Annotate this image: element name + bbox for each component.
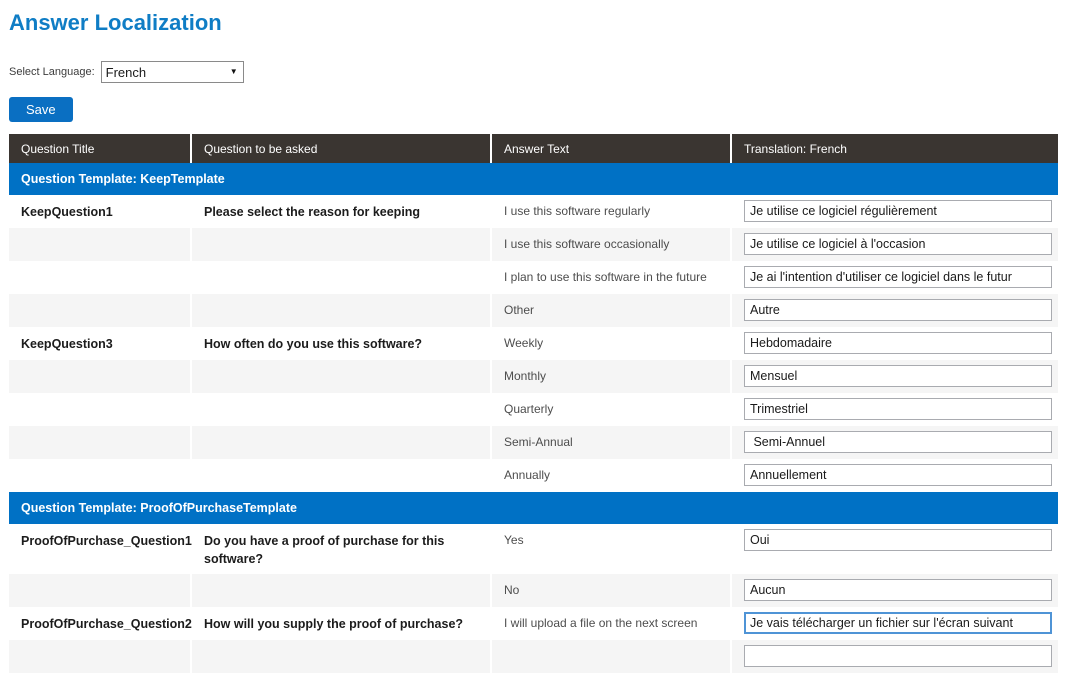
translation-input[interactable] [744, 200, 1052, 222]
translation-input[interactable] [744, 431, 1052, 453]
question-title-cell: ProofOfPurchase_Question2 [9, 607, 191, 640]
table-row: KeepQuestion1 Please select the reason f… [9, 195, 1058, 228]
table-row: Monthly [9, 360, 1058, 393]
translation-cell [731, 261, 1058, 294]
translation-cell [731, 393, 1058, 426]
translation-cell [731, 459, 1058, 492]
answer-text-cell: I use this software occasionally [491, 228, 731, 261]
question-text-cell [191, 228, 491, 261]
question-title-cell: ProofOfPurchase_Question1 [9, 524, 191, 573]
table-row: No [9, 574, 1058, 607]
translation-cell [731, 426, 1058, 459]
translation-input[interactable] [744, 579, 1052, 601]
translation-cell [731, 195, 1058, 228]
section-header-label: Question Template: ProofOfPurchaseTempla… [9, 492, 1058, 524]
translation-cell [731, 327, 1058, 360]
table-row: I plan to use this software in the futur… [9, 261, 1058, 294]
translation-cell [731, 607, 1058, 640]
question-text-cell: Do you have a proof of purchase for this… [191, 524, 491, 573]
answer-localization-table: Question Title Question to be asked Answ… [9, 134, 1058, 673]
question-title-cell [9, 360, 191, 393]
translation-input[interactable] [744, 332, 1052, 354]
translation-input[interactable] [744, 398, 1052, 420]
table-row: Semi-Annual [9, 426, 1058, 459]
answer-localization-page: Answer Localization Select Language: Fre… [0, 10, 1075, 673]
question-title-cell [9, 426, 191, 459]
translation-input[interactable] [744, 365, 1052, 387]
section-header-row: Question Template: KeepTemplate [9, 163, 1058, 195]
question-text-cell [191, 426, 491, 459]
translation-cell [731, 640, 1058, 673]
translation-cell [731, 524, 1058, 573]
question-text-cell: Please select the reason for keeping [191, 195, 491, 228]
save-button[interactable]: Save [9, 97, 73, 122]
page-title: Answer Localization [9, 10, 1066, 36]
translation-input[interactable] [744, 299, 1052, 321]
translation-input[interactable] [744, 645, 1052, 667]
answer-text-cell: Annually [491, 459, 731, 492]
translation-input[interactable] [744, 233, 1052, 255]
answer-text-cell [491, 640, 731, 673]
translation-cell [731, 360, 1058, 393]
language-select[interactable]: French [101, 61, 244, 83]
question-title-cell [9, 228, 191, 261]
table-row [9, 640, 1058, 673]
answer-text-cell: Semi-Annual [491, 426, 731, 459]
section-header-label: Question Template: KeepTemplate [9, 163, 1058, 195]
answer-text-cell: I plan to use this software in the futur… [491, 261, 731, 294]
translation-cell [731, 294, 1058, 327]
language-select-label: Select Language: [9, 66, 95, 78]
translation-input[interactable] [744, 612, 1052, 634]
question-text-cell [191, 294, 491, 327]
question-text-cell [191, 261, 491, 294]
column-header-translation: Translation: French [731, 134, 1058, 163]
section-header-row: Question Template: ProofOfPurchaseTempla… [9, 492, 1058, 524]
language-select-wrap: French ▼ [101, 61, 244, 83]
answer-text-cell: Quarterly [491, 393, 731, 426]
question-text-cell [191, 459, 491, 492]
question-title-cell [9, 574, 191, 607]
question-text-cell: How often do you use this software? [191, 327, 491, 360]
column-header-question-title: Question Title [9, 134, 191, 163]
answer-text-cell: No [491, 574, 731, 607]
table-row: ProofOfPurchase_Question2 How will you s… [9, 607, 1058, 640]
answer-text-cell: Weekly [491, 327, 731, 360]
question-title-cell [9, 261, 191, 294]
question-text-cell [191, 574, 491, 607]
question-title-cell [9, 393, 191, 426]
question-text-cell: How will you supply the proof of purchas… [191, 607, 491, 640]
question-title-cell: KeepQuestion1 [9, 195, 191, 228]
table-row: I use this software occasionally [9, 228, 1058, 261]
answer-text-cell: I use this software regularly [491, 195, 731, 228]
translation-input[interactable] [744, 266, 1052, 288]
translation-input[interactable] [744, 529, 1052, 551]
translation-cell [731, 228, 1058, 261]
table-row: ProofOfPurchase_Question1 Do you have a … [9, 524, 1058, 573]
answer-table-body: Question Template: KeepTemplate KeepQues… [9, 163, 1058, 673]
answer-text-cell: Other [491, 294, 731, 327]
translation-input[interactable] [744, 464, 1052, 486]
answer-text-cell: Yes [491, 524, 731, 573]
table-row: KeepQuestion3 How often do you use this … [9, 327, 1058, 360]
question-title-cell [9, 459, 191, 492]
question-title-cell [9, 294, 191, 327]
answer-text-cell: I will upload a file on the next screen [491, 607, 731, 640]
table-row: Annually [9, 459, 1058, 492]
question-title-cell: KeepQuestion3 [9, 327, 191, 360]
question-text-cell [191, 640, 491, 673]
answer-text-cell: Monthly [491, 360, 731, 393]
table-row: Other [9, 294, 1058, 327]
question-text-cell [191, 360, 491, 393]
question-text-cell [191, 393, 491, 426]
table-row: Quarterly [9, 393, 1058, 426]
language-selector-row: Select Language: French ▼ [9, 61, 1066, 83]
column-header-answer-text: Answer Text [491, 134, 731, 163]
translation-cell [731, 574, 1058, 607]
column-header-question-to-be-asked: Question to be asked [191, 134, 491, 163]
table-header-row: Question Title Question to be asked Answ… [9, 134, 1058, 163]
question-title-cell [9, 640, 191, 673]
